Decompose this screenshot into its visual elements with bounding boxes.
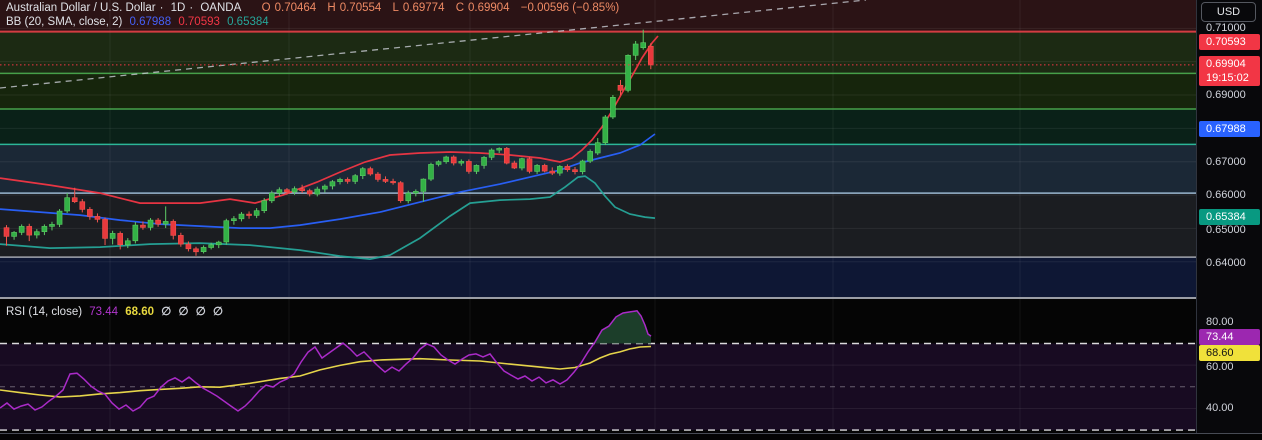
empty-set-icon: ∅ [195,306,206,318]
rsi-ma-value: 68.60 [125,306,155,318]
price-axis-label: 0.64000 [1206,257,1246,269]
rsi-axis-badge: 68.60 [1199,345,1260,361]
price-axis-label: 0.69000 [1206,89,1246,101]
close-value: 0.69904 [468,2,510,14]
trading-chart-window: Australian Dollar / U.S. Dollar · 1D · OAN… [0,0,1262,440]
exchange-sep: · [189,2,194,14]
bb-basis-value: 0.67988 [129,16,172,28]
bb-legend-row[interactable]: BB (20, SMA, close, 2) 0.67988 0.70593 0… [6,16,273,28]
rsi-axis-badge: 73.44 [1199,329,1260,345]
interval-sep: · [159,2,164,14]
price-axis-label: 0.71000 [1206,22,1246,34]
bb-label[interactable]: BB (20, SMA, close, 2) [6,16,122,28]
price-axis-badge: 0.67988 [1199,121,1260,137]
price-axis-badge: 0.69904 19:15:02 [1199,55,1260,86]
chart-canvas[interactable] [0,0,1262,440]
interval-label[interactable]: 1D [171,2,186,14]
high-label: H 0.70554 [327,2,382,14]
price-axis-badge: 0.65384 [1199,209,1260,225]
price-axis[interactable]: USD 0.71000 0.70593 0.69904 19:15:02 0.69000… [1196,0,1262,440]
close-label: C 0.69904 [455,2,510,14]
rsi-value: 73.44 [89,306,119,318]
open-value: 0.70464 [274,2,317,14]
price-axis-badge: 0.70593 [1199,34,1260,50]
rsi-label[interactable]: RSI (14, close) [6,306,82,318]
bb-upper-value: 0.70593 [178,16,220,28]
rsi-axis-label: 80.00 [1206,316,1234,328]
exchange-label: OANDA [200,2,242,14]
empty-set-icon: ∅ [212,306,223,318]
countdown-timer: 19:15:02 [1206,71,1249,84]
high-value: 0.70554 [339,2,382,14]
pane-resize-handle[interactable] [0,297,1196,299]
open-label: O 0.70464 [261,2,317,14]
rsi-axis-label: 40.00 [1206,402,1234,414]
rsi-legend-row[interactable]: RSI (14, close) 73.44 68.60 ∅ ∅ ∅ ∅ [6,304,227,318]
change-value: −0.00596 (−0.85%) [520,2,620,14]
low-label: L 0.69774 [392,2,445,14]
currency-toggle-button[interactable]: USD [1201,2,1256,22]
bb-lower-value: 0.65384 [227,16,269,28]
time-axis-strip[interactable] [0,433,1262,440]
low-value: 0.69774 [402,2,445,14]
empty-set-icon: ∅ [161,306,172,318]
price-axis-label: 0.67000 [1206,156,1246,168]
rsi-axis-label: 60.00 [1206,361,1234,373]
price-axis-label: 0.66000 [1206,189,1246,201]
empty-set-icon: ∅ [178,306,189,318]
price-axis-label: 0.65000 [1206,224,1246,236]
symbol-title[interactable]: Australian Dollar / U.S. Dollar [6,2,156,14]
symbol-legend-row[interactable]: Australian Dollar / U.S. Dollar · 1D · OAN… [6,2,623,14]
